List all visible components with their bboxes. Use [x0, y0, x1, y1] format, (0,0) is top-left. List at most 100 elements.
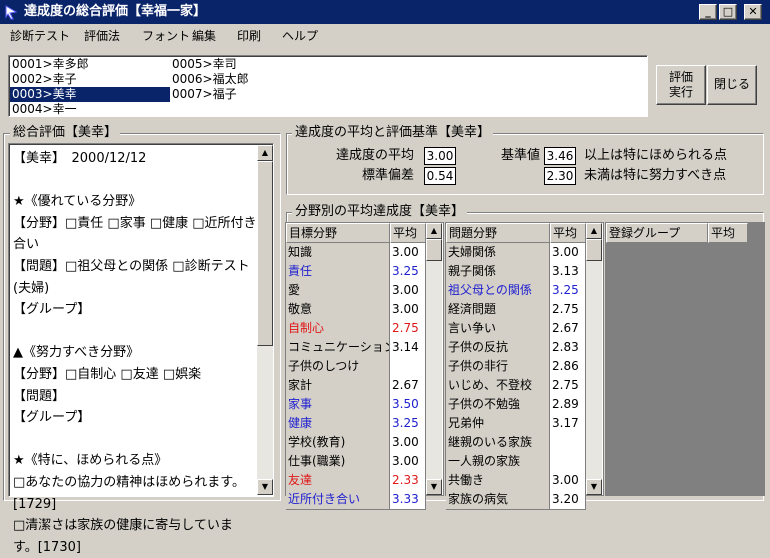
table-row-average[interactable]: 3.00 [390, 300, 426, 320]
table-row-name[interactable]: コミュニケーション [286, 338, 390, 358]
scroll-down-icon[interactable]: ▼ [586, 479, 602, 495]
groups-header-name: 登録グループ [606, 223, 708, 243]
table-row-average[interactable]: 3.25 [550, 281, 586, 301]
list-item[interactable]: 0007>福子 [170, 87, 330, 102]
list-item[interactable]: 0001>幸多郎 [10, 57, 170, 72]
table-row-name[interactable]: 知識 [286, 243, 390, 263]
table-row-name[interactable]: 家計 [286, 376, 390, 396]
menu-help[interactable]: ヘルプ [282, 27, 318, 45]
menu-edit[interactable]: 編集 [192, 27, 216, 45]
table-row-name[interactable]: 夫婦関係 [446, 243, 550, 263]
table-row-name[interactable]: 親子関係 [446, 262, 550, 282]
table-row-average[interactable]: 3.00 [390, 281, 426, 301]
comment-scrollbar[interactable]: ▲ ▼ [257, 145, 273, 495]
table-row-name[interactable]: 継親のいる家族 [446, 433, 550, 453]
table-row-average[interactable]: 3.00 [550, 243, 586, 263]
table-row-name[interactable]: 家族の病気 [446, 490, 550, 510]
window-title: 達成度の総合評価【幸福一家】 [24, 4, 207, 19]
table-row-average[interactable]: 3.00 [550, 471, 586, 491]
table-row-average[interactable]: 3.25 [390, 414, 426, 434]
table-row-average[interactable]: 3.25 [390, 262, 426, 282]
scroll-up-icon[interactable]: ▲ [426, 223, 442, 239]
table-row-name[interactable]: 仕事(職業) [286, 452, 390, 472]
menu-diagnostic-test[interactable]: 診断テスト [10, 27, 70, 45]
table-row-average[interactable]: 3.17 [550, 414, 586, 434]
table-row-name[interactable]: 敬意 [286, 300, 390, 320]
table-row-name[interactable]: 子供の非行 [446, 357, 550, 377]
table-row-name[interactable]: 友達 [286, 471, 390, 491]
table-row-name[interactable]: 子供の反抗 [446, 338, 550, 358]
scroll-down-icon[interactable]: ▼ [257, 479, 273, 495]
table-row-name[interactable]: 一人親の家族 [446, 452, 550, 472]
table-row-name[interactable]: 経済問題 [446, 300, 550, 320]
table-row-average[interactable]: 3.14 [390, 338, 426, 358]
table-row-name[interactable]: 責任 [286, 262, 390, 282]
scroll-thumb[interactable] [426, 239, 442, 261]
list-item[interactable]: 0002>幸子 [10, 72, 170, 87]
table-row-average[interactable]: 3.00 [390, 433, 426, 453]
table-row-name[interactable]: 近所付き合い [286, 490, 390, 510]
table-row-average[interactable]: 2.83 [550, 338, 586, 358]
table-row-average[interactable]: 3.50 [390, 395, 426, 415]
list-item[interactable]: 0005>幸司 [170, 57, 330, 72]
table-row-name[interactable]: 子供の不勉強 [446, 395, 550, 415]
table-row-average[interactable] [390, 357, 426, 377]
overall-evaluation-title: 総合評価【美幸】 [10, 125, 121, 141]
menu-evaluation-method[interactable]: 評価法 [84, 27, 120, 45]
table-row-name[interactable]: 共働き [446, 471, 550, 491]
table-row-name[interactable]: 祖父母との関係 [446, 281, 550, 301]
table-row-name[interactable]: いじめ、不登校 [446, 376, 550, 396]
scroll-thumb[interactable] [586, 239, 602, 261]
title-bar[interactable]: 達成度の総合評価【幸福一家】 _ □ ✕ [0, 0, 770, 24]
table-row-average[interactable]: 3.00 [390, 243, 426, 263]
groups-header-average: 平均 [708, 223, 748, 243]
table-row-average[interactable]: 3.20 [550, 490, 586, 510]
goals-header-name: 目標分野 [286, 223, 390, 243]
goals-scrollbar[interactable]: ▲ ▼ [426, 223, 442, 495]
table-row-average[interactable]: 2.75 [390, 319, 426, 339]
table-row-average[interactable]: 2.33 [390, 471, 426, 491]
minimize-button[interactable]: _ [699, 4, 717, 20]
problems-grid[interactable]: 問題分野 平均 夫婦関係 3.00 親子関係 3.13 祖父母との関係 3.25 経済問題 2.7… [445, 222, 604, 510]
average-label: 達成度の平均 [335, 148, 414, 163]
groups-grid[interactable]: 登録グループ 平均 [605, 222, 765, 496]
table-row-average[interactable]: 2.67 [550, 319, 586, 339]
overall-evaluation-text-area[interactable]: 【美幸】 2000/12/12 ★《優れている分野》 【分野】□責任 □家事 □… [8, 143, 274, 555]
menu-print[interactable]: 印刷 [237, 27, 261, 45]
scroll-up-icon[interactable]: ▲ [257, 145, 273, 161]
table-row-name[interactable]: 自制心 [286, 319, 390, 339]
maximize-button[interactable]: □ [719, 4, 737, 20]
list-item[interactable]: 0006>福太郎 [170, 72, 330, 87]
list-item[interactable]: 0004>幸一 [10, 102, 170, 117]
table-row-average[interactable]: 2.67 [390, 376, 426, 396]
table-row-name[interactable]: 子供のしつけ [286, 357, 390, 377]
table-row-average[interactable]: 3.33 [390, 490, 426, 510]
list-item-selected[interactable]: 0003>美幸 [10, 87, 170, 102]
table-row-average[interactable]: 3.00 [390, 452, 426, 472]
table-row-average[interactable]: 3.13 [550, 262, 586, 282]
table-row-average[interactable]: 2.89 [550, 395, 586, 415]
stats-title: 達成度の平均と評価基準【美幸】 [292, 125, 494, 141]
close-window-button[interactable]: ✕ [744, 4, 762, 20]
menu-font[interactable]: フォント [142, 27, 190, 45]
evaluate-button[interactable]: 評価 実行 [656, 65, 706, 105]
std-dev-value: 0.54 [424, 167, 456, 185]
scroll-down-icon[interactable]: ▼ [426, 479, 442, 495]
goals-grid[interactable]: 目標分野 平均 知識 3.00 責任 3.25 愛 3.00 敬意 3.00 自制心 2.75 コミュニ… [285, 222, 444, 510]
problems-scrollbar[interactable]: ▲ ▼ [586, 223, 602, 495]
table-row-average[interactable]: 2.75 [550, 300, 586, 320]
close-button[interactable]: 閉じる [707, 65, 757, 105]
scroll-up-icon[interactable]: ▲ [586, 223, 602, 239]
table-row-average[interactable] [550, 433, 586, 453]
member-list[interactable]: 0001>幸多郎 0002>幸子 0003>美幸 0004>幸一 0005>幸司… [8, 55, 648, 117]
table-row-name[interactable]: 言い争い [446, 319, 550, 339]
table-row-average[interactable]: 2.75 [550, 376, 586, 396]
scroll-thumb[interactable] [257, 161, 273, 346]
table-row-name[interactable]: 家事 [286, 395, 390, 415]
table-row-name[interactable]: 愛 [286, 281, 390, 301]
table-row-average[interactable]: 2.86 [550, 357, 586, 377]
table-row-name[interactable]: 兄弟仲 [446, 414, 550, 434]
table-row-name[interactable]: 健康 [286, 414, 390, 434]
table-row-name[interactable]: 学校(教育) [286, 433, 390, 453]
table-row-average[interactable] [550, 452, 586, 472]
